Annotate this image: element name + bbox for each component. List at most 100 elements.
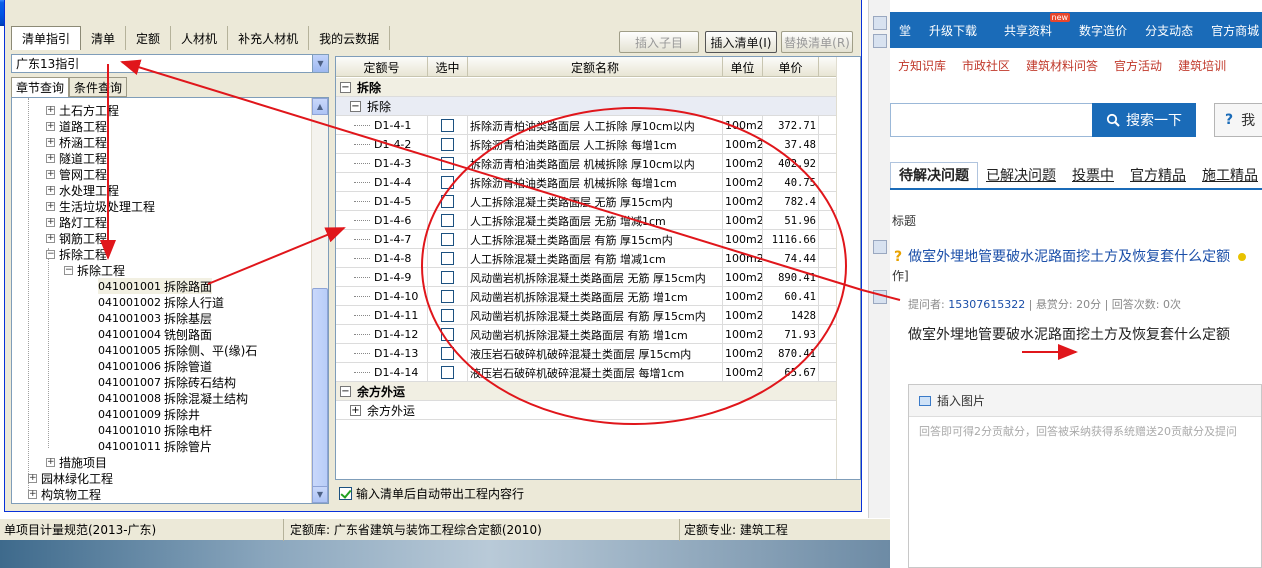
expand-icon[interactable]: +: [46, 201, 55, 211]
checkbox-box[interactable]: [441, 214, 454, 227]
select-checkbox[interactable]: [428, 249, 468, 268]
insert-image-button[interactable]: 插入图片: [937, 392, 985, 409]
tab-official[interactable]: 官方精品: [1122, 163, 1194, 188]
tab-unsolved[interactable]: 待解决问题: [890, 162, 978, 188]
checkbox-box[interactable]: [441, 157, 454, 170]
chevron-down-icon[interactable]: ▼: [312, 55, 328, 72]
nav-item[interactable]: 升级下载: [920, 22, 986, 39]
table-row[interactable]: D1-4-5 人工拆除混凝土类路面层 无筋 厚15cm内 100m2 782.4: [336, 192, 836, 211]
nav-item[interactable]: 共享资料 new: [986, 12, 1071, 39]
site-search-button[interactable]: 搜索一下: [1092, 103, 1196, 137]
tree-list-item[interactable]: 041001006 拆除管道: [98, 358, 212, 374]
checkbox-box[interactable]: [441, 138, 454, 151]
select-checkbox[interactable]: [428, 173, 468, 192]
table-row[interactable]: D1-4-11 风动凿岩机拆除混凝土类路面层 有筋 厚15cm内 100m2 1428: [336, 306, 836, 325]
tree-list-item[interactable]: 041001001 拆除路面: [98, 278, 213, 294]
tree-list-item[interactable]: 041001005 拆除侧、平(缘)石: [98, 342, 257, 358]
checkbox-box[interactable]: [441, 233, 454, 246]
tree-chapter[interactable]: + 水处理工程: [46, 182, 119, 198]
table-row[interactable]: D1-4-2 拆除沥青柏油类路面层 人工拆除 每增1cm 100m2 37.48: [336, 135, 836, 154]
expand-icon[interactable]: +: [46, 185, 55, 195]
tree-scrollbar[interactable]: ▲ ▼: [311, 98, 328, 503]
select-checkbox[interactable]: [428, 230, 468, 249]
tab-labor-material-machine[interactable]: 人材机: [171, 26, 229, 50]
col-header-selected[interactable]: 选中: [428, 57, 468, 77]
nav-link[interactable]: 市政社区: [954, 57, 1018, 74]
tree-list-item[interactable]: 041001004 铣刨路面: [98, 326, 212, 342]
tab-chapter-search[interactable]: 章节查询: [11, 77, 70, 97]
checkbox-box[interactable]: [441, 366, 454, 379]
tree-chapter[interactable]: + 隧道工程: [46, 150, 107, 166]
table-row[interactable]: D1-4-4 拆除沥青柏油类路面层 机械拆除 每增1cm 100m2 40.75: [336, 173, 836, 192]
scroll-down-arrow[interactable]: [873, 240, 887, 254]
col-header-price[interactable]: 单价: [763, 57, 819, 77]
expand-icon[interactable]: +: [46, 105, 55, 115]
tree-chapter[interactable]: + 构筑物工程: [28, 486, 101, 502]
checkbox-box[interactable]: [441, 290, 454, 303]
checkbox-box[interactable]: [441, 328, 454, 341]
answer-placeholder[interactable]: 回答即可得2分贡献分，回答被采纳获得系统赠送20贡献分及提问: [909, 417, 1261, 445]
collapse-icon[interactable]: −: [64, 265, 73, 275]
tab-list[interactable]: 清单: [81, 26, 127, 50]
meta-asker-phone[interactable]: 15307615322: [948, 298, 1025, 311]
select-checkbox[interactable]: [428, 211, 468, 230]
scroll-up-arrow[interactable]: ▲: [312, 98, 328, 115]
tree-chapter[interactable]: + 桥涵工程: [46, 134, 107, 150]
scroll-up-arrow[interactable]: [873, 16, 887, 30]
guide-select[interactable]: 广东13指引 ▼: [11, 54, 329, 73]
grid-category[interactable]: − 拆除: [336, 78, 836, 97]
tree-list-item[interactable]: 041001003 拆除基层: [98, 310, 212, 326]
grid-subcategory[interactable]: − 拆除: [336, 97, 836, 116]
question-title-link[interactable]: ? 做室外埋地管要破水泥路面挖土方及恢复套什么定额: [894, 246, 1247, 266]
select-checkbox[interactable]: [428, 154, 468, 173]
expand-icon[interactable]: +: [28, 473, 37, 483]
select-checkbox[interactable]: [428, 344, 468, 363]
tab-supplement-lmm[interactable]: 补充人材机: [228, 26, 310, 50]
select-checkbox[interactable]: [428, 192, 468, 211]
select-checkbox[interactable]: [428, 268, 468, 287]
scroll-thumb[interactable]: [873, 34, 887, 48]
tree-chapter[interactable]: + 园林绿化工程: [28, 470, 113, 486]
scroll-left-right-arrows[interactable]: [873, 290, 887, 304]
scroll-down-arrow[interactable]: ▼: [312, 486, 328, 503]
tab-my-cloud-data[interactable]: 我的云数据: [309, 26, 391, 50]
insert-child-button[interactable]: 插入子目: [619, 31, 699, 53]
checkbox-box[interactable]: [441, 309, 454, 322]
tree-chapter[interactable]: + 钢筋工程: [46, 230, 107, 246]
nav-link[interactable]: 建筑材料问答: [1018, 57, 1106, 74]
table-row[interactable]: D1-4-3 拆除沥青柏油类路面层 机械拆除 厚10cm以内 100m2 402.92: [336, 154, 836, 173]
auto-bring-checkbox[interactable]: [339, 486, 352, 500]
col-header-name[interactable]: 定额名称: [468, 57, 723, 77]
scroll-thumb[interactable]: [312, 288, 328, 488]
tree-list-item[interactable]: 041001010 拆除电杆: [98, 422, 212, 438]
tab-construction[interactable]: 施工精品: [1194, 163, 1262, 188]
tree-section[interactable]: − 拆除工程: [64, 262, 125, 278]
replace-list-button[interactable]: 替换清单(R): [781, 31, 853, 53]
collapse-icon[interactable]: −: [46, 249, 55, 259]
table-row[interactable]: D1-4-12 风动凿岩机拆除混凝土类路面层 有筋 增1cm 100m2 71.93: [336, 325, 836, 344]
grid-category[interactable]: − 余方外运: [336, 382, 836, 401]
tree-chapter[interactable]: + 措施项目: [46, 454, 107, 470]
grid-scrollbar[interactable]: [836, 57, 860, 479]
nav-link[interactable]: 方知识库: [890, 57, 954, 74]
table-row[interactable]: D1-4-7 人工拆除混凝土类路面层 有筋 厚15cm内 100m2 1116.66: [336, 230, 836, 249]
tree-chapter[interactable]: − 拆除工程: [46, 246, 107, 262]
site-search-input[interactable]: [890, 103, 1092, 137]
nav-item[interactable]: 数字造价: [1070, 22, 1136, 39]
table-row[interactable]: D1-4-10 风动凿岩机拆除混凝土类路面层 无筋 增1cm 100m2 60.41: [336, 287, 836, 306]
tree-list-item[interactable]: 041001009 拆除井: [98, 406, 200, 422]
tree-list-item[interactable]: 041001011 拆除管片: [98, 438, 212, 454]
tree-chapter[interactable]: + 路灯工程: [46, 214, 107, 230]
tree-chapter[interactable]: + 生活垃圾处理工程: [46, 198, 155, 214]
table-row[interactable]: D1-4-9 风动凿岩机拆除混凝土类路面层 无筋 厚15cm内 100m2 890.4…: [336, 268, 836, 287]
answer-editor[interactable]: 插入图片 回答即可得2分贡献分，回答被采纳获得系统赠送20贡献分及提问: [908, 384, 1262, 568]
tree-list-item[interactable]: 041001007 拆除砖石结构: [98, 374, 236, 390]
table-row[interactable]: D1-4-6 人工拆除混凝土类路面层 无筋 增减1cm 100m2 51.96: [336, 211, 836, 230]
tab-condition-search[interactable]: 条件查询: [69, 77, 128, 97]
expand-icon[interactable]: +: [46, 169, 55, 179]
tab-solved[interactable]: 已解决问题: [978, 163, 1064, 188]
table-row[interactable]: D1-4-1 拆除沥青柏油类路面层 人工拆除 厚10cm以内 100m2 372.71: [336, 116, 836, 135]
expand-icon[interactable]: +: [28, 489, 37, 499]
expand-icon[interactable]: +: [46, 121, 55, 131]
select-checkbox[interactable]: [428, 363, 468, 382]
